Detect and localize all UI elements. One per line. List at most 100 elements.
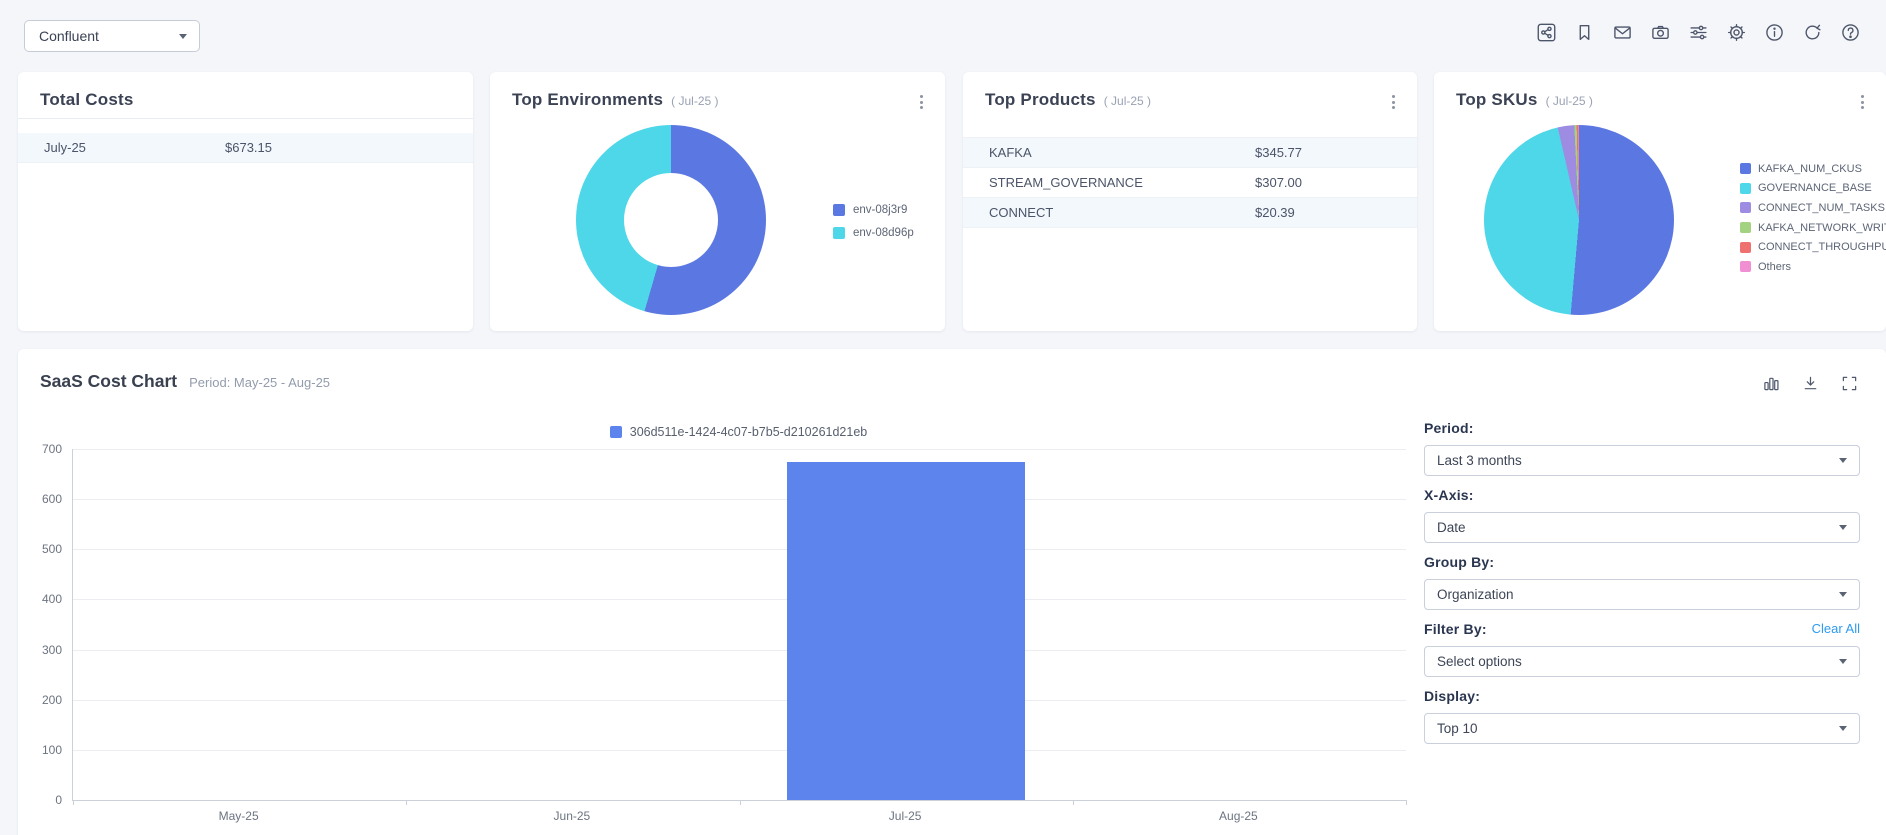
card-header: Top Products ( Jul-25 ) (963, 72, 1417, 114)
legend-swatch (833, 227, 845, 239)
cost-dashboard: Confluent Total Costs July-25$673.15 Top… (0, 0, 1886, 835)
top-environments-card: Top Environments ( Jul-25 ) env-08j3r9 en… (490, 72, 945, 331)
row-label: KAFKA (963, 145, 1255, 160)
chevron-down-icon (1839, 458, 1847, 463)
legend-label: Others (1758, 261, 1791, 273)
control-label-row: Display: (1424, 687, 1860, 704)
legend-label: GOVERNANCE_BASE (1758, 182, 1872, 194)
group-by-select[interactable]: Organization (1424, 579, 1860, 610)
chart-controls-panel: Period:Last 3 months X-Axis: Date Group By:… (1424, 419, 1860, 754)
org-selector-value: Confluent (39, 28, 99, 44)
saas-cost-chart-card: SaaS Cost Chart Period: May-25 - Aug-25 … (18, 349, 1886, 835)
legend-item: KAFKA_NUM_CKUS (1740, 159, 1886, 179)
total-costs-table: July-25$673.15 (18, 133, 473, 163)
period-control: Period:Last 3 months (1424, 419, 1860, 476)
sliders-icon[interactable] (1689, 23, 1708, 42)
x-axis-select[interactable]: Date (1424, 512, 1860, 543)
period-select[interactable]: Last 3 months (1424, 445, 1860, 476)
kebab-menu-icon[interactable] (1855, 90, 1870, 114)
divider (18, 118, 473, 119)
row-label: STREAM_GOVERNANCE (963, 175, 1255, 190)
card-header: Top SKUs ( Jul-25 ) (1434, 72, 1886, 114)
x-axis-select-value: Date (1437, 520, 1466, 535)
card-title: Top Products (985, 90, 1096, 110)
chevron-down-icon (179, 34, 187, 39)
x-axis-label: X-Axis: (1424, 487, 1474, 503)
topbar-icons (1537, 23, 1860, 42)
control-label-row: Filter By: Clear All (1424, 620, 1860, 637)
card-title: Top Environments (512, 90, 663, 110)
display-label: Display: (1424, 688, 1480, 704)
legend-label: KAFKA_NETWORK_WRITE (1758, 222, 1886, 234)
chevron-down-icon (1839, 726, 1847, 731)
kebab-menu-icon[interactable] (914, 90, 929, 114)
top-skus-card: Top SKUs ( Jul-25 ) KAFKA_NUM_CKUS GOVERN… (1434, 72, 1886, 331)
display-select[interactable]: Top 10 (1424, 713, 1860, 744)
table-row: July-25$673.15 (18, 133, 473, 163)
legend-label: KAFKA_NUM_CKUS (1758, 163, 1862, 175)
gridline (73, 449, 1406, 450)
legend-item: Others (1740, 257, 1886, 277)
filter-by-label: Filter By: (1424, 621, 1487, 637)
top-products-card: Top Products ( Jul-25 ) KAFKA$345.77 STRE… (963, 72, 1417, 331)
legend-swatch (1740, 163, 1751, 174)
y-tick-label: 600 (42, 492, 62, 506)
x-tick-label: Aug-25 (1178, 809, 1298, 823)
group-by-control: Group By: Organization (1424, 553, 1860, 610)
y-tick-label: 0 (55, 793, 62, 807)
legend-swatch (1740, 183, 1751, 194)
bookmark-icon[interactable] (1575, 23, 1594, 42)
row-value: $673.15 (225, 140, 272, 155)
fullscreen-icon[interactable] (1841, 375, 1858, 392)
section-period-text: Period: May-25 - Aug-25 (189, 375, 330, 390)
filter-by-control: Filter By: Clear All Select options (1424, 620, 1860, 677)
axis-tick (1406, 800, 1407, 805)
display-control: Display: Top 10 (1424, 687, 1860, 744)
gridline (73, 750, 1406, 751)
control-label-row: Group By: (1424, 553, 1860, 570)
legend-label: CONNECT_NUM_TASKS (1758, 202, 1885, 214)
share-icon[interactable] (1537, 23, 1556, 42)
card-header: Top Environments ( Jul-25 ) (490, 72, 945, 114)
legend-label: env-08j3r9 (853, 204, 907, 216)
mail-icon[interactable] (1613, 23, 1632, 42)
gridline (73, 650, 1406, 651)
help-icon[interactable] (1841, 23, 1860, 42)
chevron-down-icon (1839, 525, 1847, 530)
top-skus-legend: KAFKA_NUM_CKUS GOVERNANCE_BASE CONNECT_NUM… (1740, 159, 1886, 277)
axis-tick (406, 800, 407, 805)
settings-icon[interactable] (1727, 23, 1746, 42)
y-tick-label: 100 (42, 743, 62, 757)
camera-icon[interactable] (1651, 23, 1670, 42)
kebab-menu-icon[interactable] (1386, 90, 1401, 114)
x-axis-control: X-Axis: Date (1424, 486, 1860, 543)
legend-item: env-08d96p (833, 221, 914, 244)
refresh-icon[interactable] (1803, 23, 1822, 42)
legend-item: GOVERNANCE_BASE (1740, 179, 1886, 199)
info-icon[interactable] (1765, 23, 1784, 42)
org-selector[interactable]: Confluent (24, 20, 200, 52)
axis-tick (740, 800, 741, 805)
bar-chart-icon[interactable] (1763, 375, 1780, 392)
legend-item: env-08j3r9 (833, 198, 914, 221)
table-row: KAFKA$345.77 (963, 138, 1417, 168)
group-by-label: Group By: (1424, 554, 1494, 570)
gridline (73, 549, 1406, 550)
legend-swatch (1740, 261, 1751, 272)
donut-hole (624, 173, 718, 267)
legend-swatch (1740, 222, 1751, 233)
y-tick-label: 500 (42, 542, 62, 556)
filter-by-select[interactable]: Select options (1424, 646, 1860, 677)
bar-chart-plot-area (72, 449, 1406, 801)
card-title: Top SKUs (1456, 90, 1538, 110)
gridline (73, 499, 1406, 500)
legend-swatch (833, 204, 845, 216)
download-icon[interactable] (1802, 375, 1819, 392)
filter-by-select-value: Select options (1437, 654, 1522, 669)
bar-Jul-25 (787, 462, 1025, 800)
clear-all-link[interactable]: Clear All (1812, 621, 1860, 636)
y-tick-label: 700 (42, 442, 62, 456)
y-tick-label: 200 (42, 693, 62, 707)
chevron-down-icon (1839, 592, 1847, 597)
control-label-row: X-Axis: (1424, 486, 1860, 503)
